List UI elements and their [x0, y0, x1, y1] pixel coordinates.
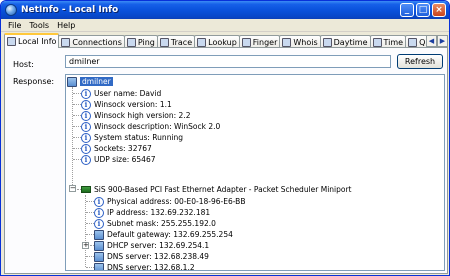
host-label: Host: [13, 60, 34, 69]
tree-line [73, 104, 81, 105]
info-icon: i [94, 207, 104, 218]
tree-node-user[interactable]: i User name: David [81, 88, 161, 99]
tree-line [73, 159, 81, 160]
tree-node-default-gateway[interactable]: Default gateway: 132.69.255.254 [94, 229, 233, 240]
tree-node-adapter[interactable]: SiS 900-Based PCI Fast Ethernet Adapter … [81, 184, 352, 195]
response-label: Response: [13, 77, 55, 86]
tab-scroll-right-button[interactable]: ▶ [437, 35, 448, 47]
tree-node-winsock-high-version[interactable]: i Winsock high version: 2.2 [81, 110, 190, 121]
window-title: NetInfo - Local Info [21, 5, 119, 15]
info-icon: i [81, 110, 91, 121]
local-info-icon [7, 37, 16, 46]
info-icon: i [94, 196, 104, 207]
clock-icon [372, 37, 382, 47]
menu-bar: File Tools Help [1, 19, 449, 32]
ping-icon [126, 37, 136, 47]
lookup-icon [197, 37, 207, 47]
tree-line [86, 234, 94, 235]
menu-tools[interactable]: Tools [25, 21, 53, 30]
tree-node-udp-size[interactable]: i UDP size: 65467 [81, 154, 155, 165]
network-card-icon [81, 186, 91, 193]
netinfo-app-icon [5, 4, 17, 16]
title-bar[interactable]: NetInfo - Local Info _ □ × [1, 1, 449, 19]
tree-line [73, 137, 81, 138]
tab-scroll-left-button[interactable]: ◀ [426, 35, 437, 47]
tree-line [72, 87, 73, 189]
local-info-panel: Host: Refresh Response: dmilner i User n… [4, 47, 448, 274]
tree-line [86, 256, 94, 257]
tree-node-dns-server[interactable]: DNS server: 132.68.1.2 [94, 262, 195, 270]
tree-node-dhcp-server[interactable]: DHCP server: 132.69.254.1 [94, 240, 209, 251]
refresh-button[interactable]: Refresh [397, 54, 443, 69]
computer-icon [94, 251, 104, 262]
host-input[interactable] [65, 55, 391, 68]
tree-node-winsock-version[interactable]: i Winsock version: 1.1 [81, 99, 172, 110]
computer-icon [94, 240, 104, 251]
tree-node-physical-address[interactable]: i Physical address: 00-E0-18-96-E6-BB [94, 196, 245, 207]
daytime-icon [322, 37, 332, 47]
computer-icon [94, 229, 104, 240]
tab-local-info[interactable]: Local Info [4, 33, 60, 48]
tree-line [73, 93, 81, 94]
tree-line [86, 267, 94, 268]
tree-root-node[interactable]: dmilner [67, 76, 113, 87]
info-icon: i [81, 88, 91, 99]
dhcp-expand-toggle[interactable]: + [82, 242, 89, 249]
tree-node-ip-address[interactable]: i IP address: 132.69.232.181 [94, 207, 210, 218]
computer-icon [67, 76, 77, 87]
window-controls: _ □ × [400, 3, 446, 17]
quote-icon [408, 37, 418, 47]
tree-node-winsock-description[interactable]: i Winsock description: WinSock 2.0 [81, 121, 220, 132]
finger-icon [241, 37, 251, 47]
info-icon: i [81, 121, 91, 132]
tree-line [73, 115, 81, 116]
info-icon: i [81, 154, 91, 165]
tab-scroll-buttons: ◀ ▶ [426, 35, 448, 47]
info-icon: i [81, 132, 91, 143]
tree-node-system-status[interactable]: i System status: Running [81, 132, 183, 143]
trace-icon [159, 37, 169, 47]
tree-node-subnet-mask[interactable]: i Subnet mask: 255.255.192.0 [94, 218, 216, 229]
info-icon: i [94, 218, 104, 229]
whois-icon [282, 37, 292, 47]
menu-file[interactable]: File [4, 21, 25, 30]
connections-icon [61, 37, 71, 47]
info-icon: i [81, 99, 91, 110]
maximize-button[interactable]: □ [416, 3, 430, 17]
tree-line [73, 126, 81, 127]
info-icon: i [81, 143, 91, 154]
close-button[interactable]: × [432, 3, 446, 17]
netinfo-window: NetInfo - Local Info _ □ × File Tools He… [0, 0, 450, 276]
tab-strip: Local Info Connections Ping Trace Lookup… [4, 33, 448, 48]
minimize-button[interactable]: _ [400, 3, 414, 17]
response-tree[interactable]: dmilner i User name: David i Winsock ver… [65, 74, 445, 271]
tree-line [86, 212, 94, 213]
tree-line [86, 223, 94, 224]
tree-line [73, 148, 81, 149]
computer-icon [94, 262, 104, 270]
tree-line [86, 201, 94, 202]
menu-help[interactable]: Help [53, 21, 79, 30]
tree-root-label: dmilner [80, 77, 113, 86]
adapter-collapse-toggle[interactable]: − [69, 185, 76, 192]
tree-node-dns-server[interactable]: DNS server: 132.68.238.49 [94, 251, 209, 262]
tree-node-sockets[interactable]: i Sockets: 32767 [81, 143, 152, 154]
